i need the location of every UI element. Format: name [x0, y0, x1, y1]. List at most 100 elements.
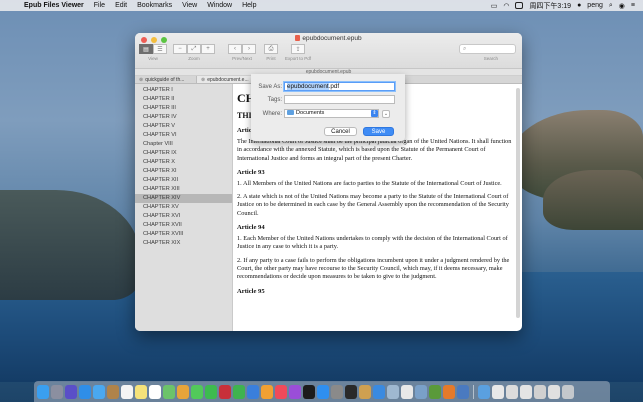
- view-list-button[interactable]: ☰: [153, 44, 167, 54]
- safari-icon[interactable]: [79, 384, 91, 399]
- tags-label: Tags:: [267, 96, 282, 103]
- menu-help[interactable]: Help: [242, 2, 256, 9]
- textedit-icon[interactable]: [401, 384, 413, 399]
- terminal-icon[interactable]: [345, 384, 357, 399]
- numbers-icon[interactable]: [233, 384, 245, 399]
- window-thumb[interactable]: [548, 384, 560, 399]
- prev-page-button[interactable]: ‹: [228, 44, 242, 54]
- battery-icon[interactable]: [515, 2, 524, 9]
- music-icon[interactable]: [275, 384, 287, 399]
- mail-icon[interactable]: [93, 384, 105, 399]
- photobooth-icon[interactable]: [219, 384, 231, 399]
- user-name[interactable]: peng: [587, 2, 603, 9]
- where-label: Where:: [262, 110, 282, 117]
- podcasts-icon[interactable]: [289, 384, 301, 399]
- chapter-item[interactable]: CHAPTER VI: [135, 131, 232, 140]
- utility-icon[interactable]: [415, 384, 427, 399]
- chapter-item[interactable]: CHAPTER XIX: [135, 239, 232, 248]
- chapter-item[interactable]: CHAPTER XIII: [135, 185, 232, 194]
- document-icon: [295, 35, 301, 41]
- chapter-item[interactable]: CHAPTER IV: [135, 113, 232, 122]
- menu-bookmarks[interactable]: Bookmarks: [137, 2, 172, 9]
- chapter-item[interactable]: CHAPTER XII: [135, 176, 232, 185]
- chapter-item[interactable]: CHAPTER II: [135, 95, 232, 104]
- where-dropdown[interactable]: Documents ⇕: [284, 109, 379, 118]
- window-thumb[interactable]: [534, 384, 546, 399]
- xcode-icon[interactable]: [373, 384, 385, 399]
- app-store-icon[interactable]: [317, 384, 329, 399]
- print-button[interactable]: ⎙: [264, 44, 278, 54]
- app-icon[interactable]: [429, 384, 441, 399]
- chapter-item[interactable]: CHAPTER XV: [135, 203, 232, 212]
- window-thumb[interactable]: [520, 384, 532, 399]
- trash-icon[interactable]: [562, 384, 574, 399]
- launchpad-icon[interactable]: [51, 384, 63, 399]
- tab-quickguide[interactable]: ⊗ quickguide of th...: [135, 76, 197, 83]
- zoom-in-button[interactable]: +: [201, 44, 215, 54]
- chapter-item[interactable]: Chapter VIII: [135, 140, 232, 149]
- filename-extension: .pdf: [328, 83, 340, 90]
- tab-close-icon[interactable]: ⊗: [139, 77, 143, 83]
- clock-text[interactable]: 周四下午3:19: [529, 1, 571, 11]
- expand-dialog-button[interactable]: ⌄: [382, 109, 390, 118]
- app-icon[interactable]: [443, 384, 455, 399]
- chapter-item[interactable]: CHAPTER I: [135, 86, 232, 95]
- control-center-icon[interactable]: ≡: [631, 2, 635, 9]
- folder-icon[interactable]: [478, 384, 490, 399]
- preview-icon[interactable]: [387, 384, 399, 399]
- tags-input[interactable]: [284, 95, 395, 104]
- app-icon[interactable]: [457, 384, 469, 399]
- article-heading: Article 94: [237, 224, 265, 232]
- menu-window[interactable]: Window: [207, 2, 232, 9]
- tab-epubdocument[interactable]: ⊗ epubdocument.e...: [197, 76, 259, 83]
- siri-icon[interactable]: ◉: [619, 2, 625, 10]
- chapter-item[interactable]: CHAPTER XVIII: [135, 230, 232, 239]
- filename-input[interactable]: epubdocument.pdf: [284, 82, 395, 91]
- system-preferences-icon[interactable]: [331, 384, 343, 399]
- keynote-icon[interactable]: [247, 384, 259, 399]
- facetime-icon[interactable]: [205, 384, 217, 399]
- window-thumb[interactable]: [492, 384, 504, 399]
- finder-icon[interactable]: [37, 384, 49, 399]
- menu-edit[interactable]: Edit: [115, 2, 127, 9]
- chapter-item[interactable]: CHAPTER IX: [135, 149, 232, 158]
- user-icon[interactable]: ●: [577, 2, 581, 9]
- reminders-icon[interactable]: [149, 384, 161, 399]
- view-sidebar-button[interactable]: ▤: [139, 44, 153, 54]
- menu-file[interactable]: File: [94, 2, 105, 9]
- save-button[interactable]: Save: [363, 127, 394, 136]
- chapter-item[interactable]: CHAPTER X: [135, 158, 232, 167]
- maps-icon[interactable]: [163, 384, 175, 399]
- siri-dock-icon[interactable]: [65, 384, 77, 399]
- zoom-out-button[interactable]: −: [173, 44, 187, 54]
- cancel-button[interactable]: Cancel: [324, 127, 357, 136]
- zoom-fit-button[interactable]: ⤢: [187, 44, 201, 54]
- export-label: Export to Pdf: [285, 56, 312, 61]
- chapter-item[interactable]: CHAPTER XI: [135, 167, 232, 176]
- photos-icon[interactable]: [177, 384, 189, 399]
- paragraph: 1. All Members of the United Nations are…: [237, 179, 502, 187]
- notes-icon[interactable]: [135, 384, 147, 399]
- chapter-item[interactable]: CHAPTER XVII: [135, 221, 232, 230]
- tab-close-icon[interactable]: ⊗: [201, 77, 205, 83]
- calendar-icon[interactable]: [121, 384, 133, 399]
- export-pdf-button[interactable]: ⇪: [291, 44, 305, 54]
- chapter-item-selected[interactable]: CHAPTER XIV: [135, 194, 232, 203]
- messages-icon[interactable]: [191, 384, 203, 399]
- search-field[interactable]: ⌕: [459, 44, 516, 54]
- epub-viewer-icon[interactable]: [359, 384, 371, 399]
- window-thumb[interactable]: [506, 384, 518, 399]
- tv-icon[interactable]: [303, 384, 315, 399]
- contacts-icon[interactable]: [107, 384, 119, 399]
- cast-icon[interactable]: ▭: [491, 2, 498, 10]
- wifi-icon[interactable]: ◠: [503, 2, 509, 10]
- pages-icon[interactable]: [261, 384, 273, 399]
- app-menu[interactable]: Epub Files Viewer: [24, 2, 84, 9]
- chapter-item[interactable]: CHAPTER III: [135, 104, 232, 113]
- chapter-item[interactable]: CHAPTER V: [135, 122, 232, 131]
- chapter-item[interactable]: CHAPTER XVI: [135, 212, 232, 221]
- menu-view[interactable]: View: [182, 2, 197, 9]
- search-icon[interactable]: ⌕: [609, 2, 613, 10]
- next-page-button[interactable]: ›: [242, 44, 256, 54]
- reader-scrollbar[interactable]: [516, 88, 520, 318]
